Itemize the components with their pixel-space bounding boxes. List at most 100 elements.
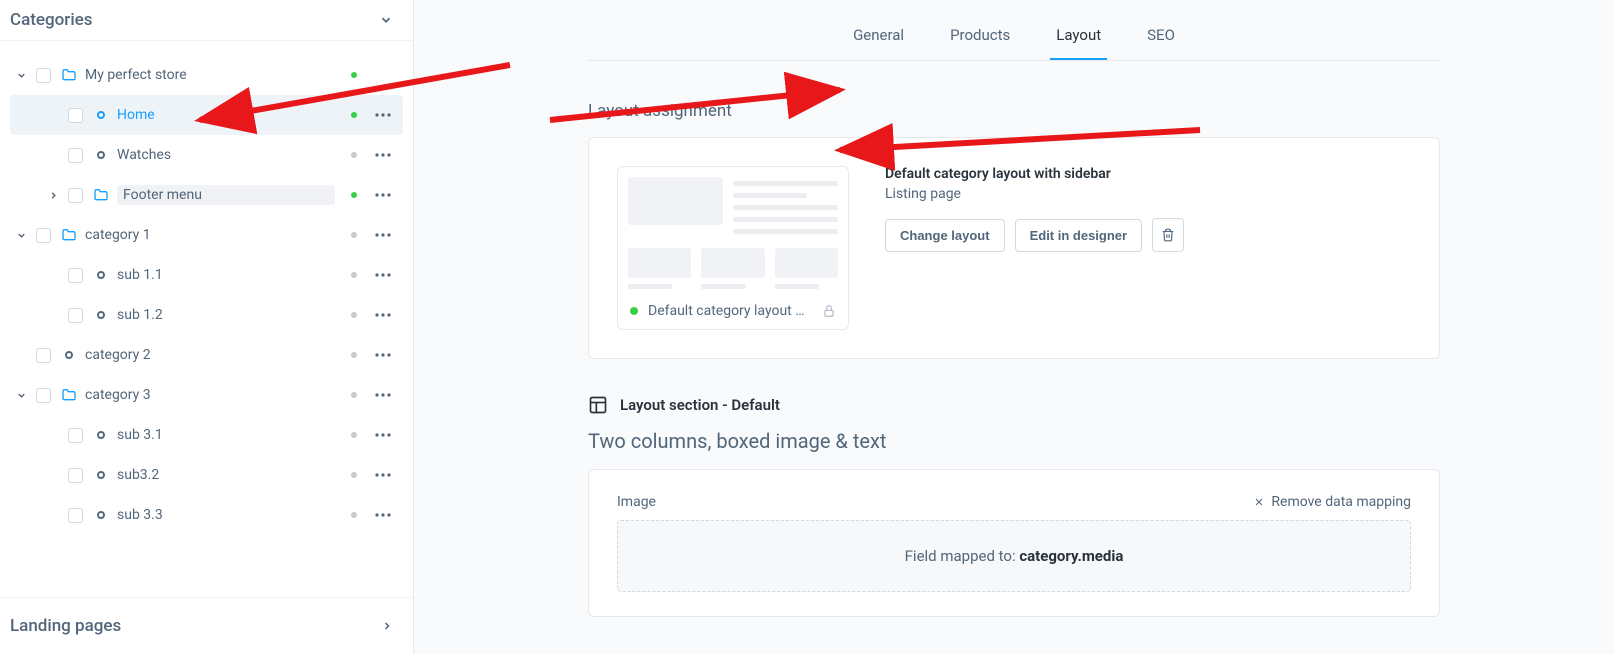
expand-toggle[interactable] [10, 384, 32, 406]
folder-icon [61, 227, 77, 243]
row-actions-icon[interactable] [373, 305, 393, 325]
tree-label: category 2 [85, 347, 335, 363]
tree-item-sub-3-3[interactable]: sub 3.3 [10, 495, 403, 535]
expand-toggle[interactable] [10, 224, 32, 246]
checkbox[interactable] [68, 268, 83, 283]
tree-item-sub-3-1[interactable]: sub 3.1 [10, 415, 403, 455]
category-tree: My perfect store Home Watches [0, 41, 413, 597]
tree-item-footer-menu[interactable]: Footer menu [10, 175, 403, 215]
checkbox[interactable] [36, 228, 51, 243]
row-actions-icon[interactable] [373, 425, 393, 445]
checkbox[interactable] [68, 428, 83, 443]
tree-item-sub-1-2[interactable]: sub 1.2 [10, 295, 403, 335]
tree-item-my-perfect-store[interactable]: My perfect store [10, 55, 403, 95]
layout-preview-card[interactable]: Default category layout with … [617, 166, 849, 330]
row-actions-icon[interactable] [373, 185, 393, 205]
status-dot-inactive [351, 152, 357, 158]
checkbox[interactable] [36, 388, 51, 403]
chevron-right-icon [381, 620, 393, 632]
layout-info: Default category layout with sidebar Lis… [885, 166, 1184, 252]
preview-caption-text: Default category layout with … [648, 303, 812, 319]
tree-label: sub3.2 [117, 467, 335, 483]
status-dot-active [630, 307, 638, 315]
layout-section-heading: Two columns, boxed image & text [588, 429, 1440, 453]
tree-item-category-2[interactable]: category 2 [10, 335, 403, 375]
mapped-field-box[interactable]: Field mapped to: category.media [617, 520, 1411, 592]
change-layout-button[interactable]: Change layout [885, 219, 1005, 252]
status-dot-inactive [351, 392, 357, 398]
bullet-icon [93, 507, 109, 523]
edit-in-designer-button[interactable]: Edit in designer [1015, 219, 1143, 252]
row-actions-icon[interactable] [373, 265, 393, 285]
layout-assignment-section: Layout assignment [588, 101, 1440, 359]
expand-toggle[interactable] [10, 64, 32, 86]
tab-layout[interactable]: Layout [1050, 16, 1107, 60]
layout-title: Default category layout with sidebar [885, 166, 1184, 182]
remove-data-mapping-button[interactable]: Remove data mapping [1253, 494, 1411, 510]
tab-bar: General Products Layout SEO [588, 16, 1440, 61]
checkbox[interactable] [36, 68, 51, 83]
row-actions-icon[interactable] [373, 465, 393, 485]
status-dot-inactive [351, 272, 357, 278]
tree-item-category-1[interactable]: category 1 [10, 215, 403, 255]
layout-assignment-heading: Layout assignment [588, 101, 1440, 121]
layout-section-card: Image Remove data mapping Field mapped t… [588, 469, 1440, 617]
tree-item-sub-1-1[interactable]: sub 1.1 [10, 255, 403, 295]
bullet-icon [93, 107, 109, 123]
bullet-icon [93, 267, 109, 283]
layout-section-label: Layout section - Default [620, 396, 780, 414]
tree-item-category-3[interactable]: category 3 [10, 375, 403, 415]
tree-label: category 3 [85, 387, 335, 403]
row-actions-icon[interactable] [373, 345, 393, 365]
mapped-prefix: Field mapped to: [905, 547, 1020, 565]
bullet-icon [93, 307, 109, 323]
status-dot-inactive [351, 432, 357, 438]
status-dot-inactive [351, 232, 357, 238]
tree-label: Watches [117, 147, 335, 163]
sidebar-categories-header[interactable]: Categories [0, 0, 413, 41]
checkbox[interactable] [68, 308, 83, 323]
tab-products[interactable]: Products [944, 16, 1016, 60]
folder-icon [93, 187, 109, 203]
checkbox[interactable] [68, 508, 83, 523]
row-actions-icon[interactable] [373, 145, 393, 165]
bullet-icon [61, 347, 77, 363]
checkbox[interactable] [36, 348, 51, 363]
checkbox[interactable] [68, 188, 83, 203]
status-dot-inactive [351, 312, 357, 318]
tree-label: category 1 [85, 227, 335, 243]
tab-general[interactable]: General [847, 16, 910, 60]
layout-section-icon [588, 395, 608, 415]
status-dot-inactive [351, 472, 357, 478]
tree-item-home[interactable]: Home [10, 95, 403, 135]
expand-toggle[interactable] [42, 184, 64, 206]
row-actions-icon[interactable] [373, 385, 393, 405]
tree-label: Footer menu [117, 185, 335, 205]
layout-section-block: Layout section - Default Two columns, bo… [588, 395, 1440, 617]
layout-assignment-card: Default category layout with … Default c… [588, 137, 1440, 359]
status-dot-active [351, 72, 357, 78]
lock-icon [822, 304, 836, 318]
status-dot-active [351, 192, 357, 198]
checkbox[interactable] [68, 468, 83, 483]
checkbox[interactable] [68, 148, 83, 163]
layout-subtitle: Listing page [885, 186, 1184, 202]
bullet-icon [93, 427, 109, 443]
tree-item-sub-3-2[interactable]: sub3.2 [10, 455, 403, 495]
delete-layout-button[interactable] [1152, 218, 1184, 252]
tree-label: My perfect store [85, 67, 335, 83]
row-actions-icon[interactable] [373, 225, 393, 245]
sidebar: Categories My perfect store [0, 0, 414, 654]
bullet-icon [93, 467, 109, 483]
mapped-field-name: category.media [1019, 547, 1123, 565]
tab-seo[interactable]: SEO [1141, 16, 1181, 60]
preview-text-lines [733, 177, 838, 234]
remove-mapping-label: Remove data mapping [1271, 494, 1411, 510]
row-actions-icon[interactable] [373, 505, 393, 525]
tree-label: sub 1.2 [117, 307, 335, 323]
sidebar-landing-pages-header[interactable]: Landing pages [0, 597, 413, 654]
row-actions-icon[interactable] [373, 105, 393, 125]
tree-item-watches[interactable]: Watches [10, 135, 403, 175]
folder-icon [61, 387, 77, 403]
checkbox[interactable] [68, 108, 83, 123]
